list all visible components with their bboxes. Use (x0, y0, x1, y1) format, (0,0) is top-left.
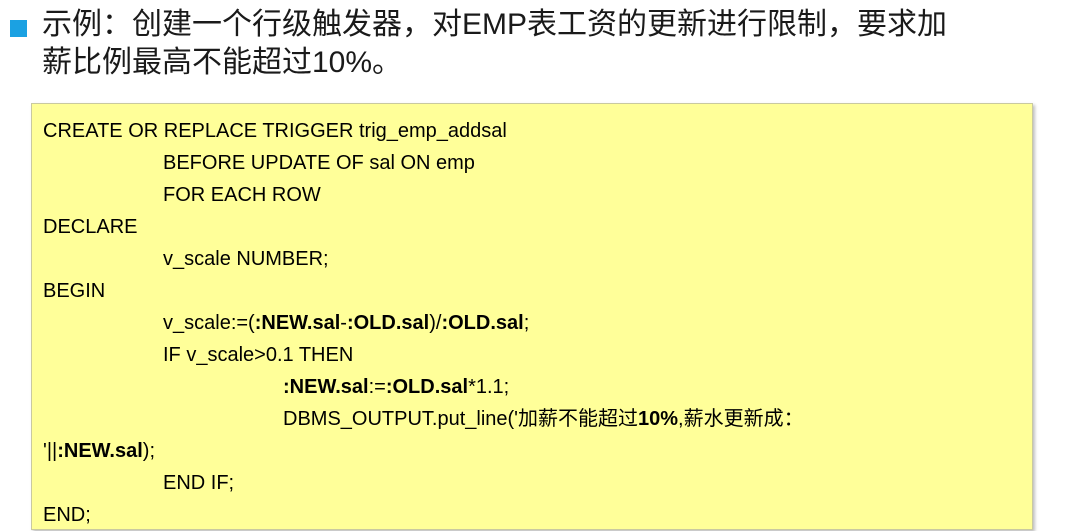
code-block: CREATE OR REPLACE TRIGGER trig_emp_addsa… (31, 103, 1033, 530)
code-line-12: END IF; (163, 472, 235, 494)
code-line-5: v_scale NUMBER; (163, 248, 329, 270)
code-line-10: DBMS_OUTPUT.put_line('加薪不能超过10%,薪水更新成： (43, 403, 804, 435)
code-text-fragment: ,薪水更新成： (678, 408, 804, 430)
code-text-fragment: DBMS_OUTPUT.put_line('加薪不能超过 (283, 408, 638, 430)
new-sal-keyword: :NEW.sal (57, 440, 143, 462)
code-line-6: BEGIN (43, 280, 106, 302)
code-line-11: '||:NEW.sal); (43, 435, 804, 467)
old-sal-keyword: :OLD.sal (346, 312, 430, 334)
heading-line-2: 薪比例最高不能超过10%。 (42, 46, 403, 79)
square-bullet-icon (10, 20, 27, 37)
code-line-13: END; (43, 504, 91, 526)
code-line-3: FOR EACH ROW (163, 184, 321, 206)
code-text-fragment: ; (523, 312, 530, 334)
code-text-fragment: '|| (43, 440, 58, 462)
code-text-fragment: - (340, 312, 347, 334)
old-sal-keyword: :OLD.sal (441, 312, 524, 334)
old-sal-keyword: :OLD.sal (385, 376, 469, 398)
heading-line-1: 示例：创建一个行级触发器，对EMP表工资的更新进行限制，要求加 (42, 8, 948, 41)
percent-keyword: 10% (638, 408, 679, 430)
code-text-fragment: ); (142, 440, 156, 462)
code-line-2: BEFORE UPDATE OF sal ON emp (163, 152, 475, 174)
new-sal-keyword: :NEW.sal (283, 376, 369, 398)
code-text-fragment: *1.1; (468, 376, 510, 398)
code-text-fragment: )/ (429, 312, 442, 334)
heading-text: 示例：创建一个行级触发器，对EMP表工资的更新进行限制，要求加 薪比例最高不能超… (42, 6, 1072, 82)
code-text-fragment: v_scale:=( (163, 312, 255, 334)
code-line-1: CREATE OR REPLACE TRIGGER trig_emp_addsa… (43, 120, 507, 142)
code-line-8: IF v_scale>0.1 THEN (163, 344, 354, 366)
code-text: CREATE OR REPLACE TRIGGER trig_emp_addsa… (43, 115, 804, 531)
code-line-9: :NEW.sal:=:OLD.sal*1.1; (43, 371, 804, 403)
code-line-7: v_scale:=(:NEW.sal-:OLD.sal)/:OLD.sal; (43, 307, 804, 339)
code-text-fragment: := (368, 376, 386, 398)
code-line-4: DECLARE (43, 216, 138, 238)
new-sal-keyword: :NEW.sal (254, 312, 341, 334)
